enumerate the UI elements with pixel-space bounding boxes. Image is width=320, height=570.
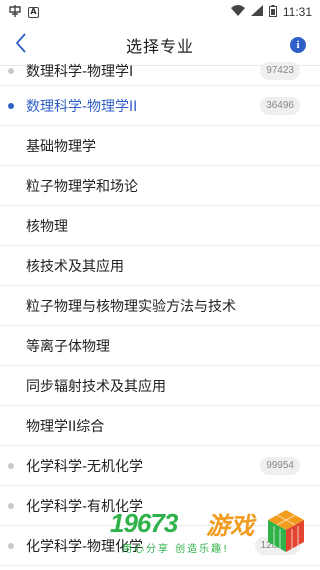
back-button[interactable]	[8, 32, 34, 58]
item-label: 化学科学-无机化学	[26, 458, 144, 475]
bullet-dot-icon	[8, 102, 14, 109]
status-bar: A 11:31	[0, 0, 320, 24]
sub-major-item[interactable]: 等离子体物理	[0, 326, 320, 366]
sub-major-item[interactable]: 核物理	[0, 206, 320, 246]
signal-icon	[250, 5, 263, 19]
sub-major-item[interactable]: 物理学II综合	[0, 406, 320, 446]
watermark-number: 19673	[110, 508, 178, 538]
bullet-dot-icon	[8, 502, 14, 509]
sub-major-item[interactable]: 基础物理学	[0, 126, 320, 166]
sub-major-item[interactable]: 粒子物理与核物理实验方法与技术	[0, 286, 320, 326]
item-label: 同步辐射技术及其应用	[26, 378, 166, 395]
status-time: 11:31	[282, 5, 312, 19]
major-list: 数理科学-物理学I 97423 数理科学-物理学II 36496 基础物理学粒子物理学和…	[0, 56, 320, 566]
page-title: 选择专业	[125, 36, 194, 56]
count-badge: 97423	[260, 61, 300, 80]
count-badge: 99954	[260, 456, 300, 475]
major-category-item[interactable]: 数理科学-物理学II 36496	[0, 86, 320, 126]
info-icon: i	[296, 39, 300, 51]
watermark-logo: 19673 游戏 用心分享 创造乐趣!	[110, 504, 310, 566]
item-label: 粒子物理与核物理实验方法与技术	[26, 298, 236, 315]
bullet-dot-icon	[8, 67, 14, 74]
status-left: A	[8, 4, 39, 20]
count-badge: 36496	[260, 96, 300, 115]
item-label: 核技术及其应用	[26, 258, 124, 275]
sub-major-item[interactable]: 同步辐射技术及其应用	[0, 366, 320, 406]
watermark-slogan: 用心分享 创造乐趣!	[122, 544, 230, 555]
cube-logo-icon	[266, 508, 306, 554]
notification-app-icon	[8, 4, 22, 20]
major-category-item[interactable]: 数理科学-物理学I 97423	[0, 56, 320, 86]
item-label: 数理科学-物理学II	[26, 98, 138, 115]
sub-major-item[interactable]: 粒子物理学和场论	[0, 166, 320, 206]
item-label: 核物理	[26, 218, 68, 235]
item-label: 数理科学-物理学I	[26, 63, 134, 80]
download-icon: A	[28, 6, 39, 18]
wifi-icon	[230, 5, 245, 19]
status-right: 11:31	[230, 4, 312, 20]
major-category-item[interactable]: 化学科学-无机化学 99954	[0, 446, 320, 486]
bullet-dot-icon	[8, 462, 14, 469]
info-button[interactable]: i	[290, 37, 306, 53]
item-label: 粒子物理学和场论	[26, 178, 138, 195]
item-label: 基础物理学	[26, 138, 96, 155]
item-label: 等离子体物理	[26, 338, 110, 355]
battery-icon	[268, 4, 277, 20]
watermark-name: 游戏	[206, 512, 254, 540]
item-label: 物理学II综合	[26, 418, 105, 435]
chevron-left-icon	[15, 33, 27, 57]
sub-major-item[interactable]: 核技术及其应用	[0, 246, 320, 286]
bullet-dot-icon	[8, 542, 14, 549]
